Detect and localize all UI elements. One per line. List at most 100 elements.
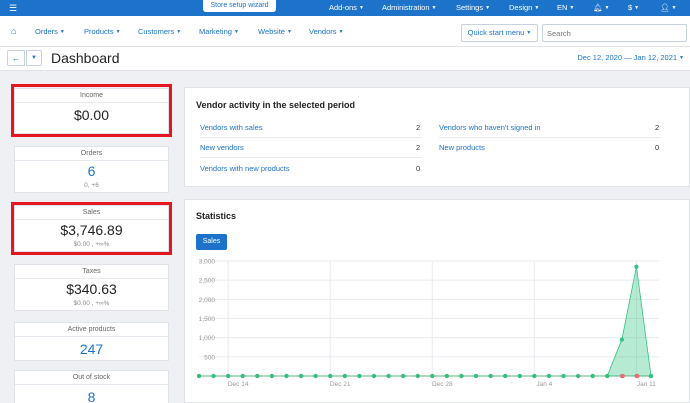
nav-products[interactable]: Products ▼ xyxy=(84,16,121,48)
taxes-card: Taxes $340.63 $0.00 , +∞% xyxy=(14,264,169,311)
title-bar: ← ▼ Dashboard Dec 12, 2020 — Jan 12, 202… xyxy=(0,47,690,71)
date-range-picker[interactable]: Dec 12, 2020 — Jan 12, 2021 ▼ xyxy=(577,51,684,65)
caret-down-icon: ▼ xyxy=(31,55,37,61)
data-point xyxy=(328,373,333,379)
data-point xyxy=(226,373,231,379)
caret-down-icon: ▼ xyxy=(569,5,575,12)
data-point xyxy=(386,373,391,379)
caret-down-icon: ▼ xyxy=(671,5,677,12)
y-tick-label: 500 xyxy=(204,354,215,361)
data-point xyxy=(619,337,624,342)
vendors-not-signed-in-count: 2 xyxy=(655,123,660,132)
topnav-currency[interactable]: $ ▼ xyxy=(628,0,639,16)
data-point xyxy=(269,373,275,379)
topnav-design[interactable]: Design ▼ xyxy=(509,0,539,16)
data-point xyxy=(196,373,202,379)
vendors-with-sales-link[interactable]: Vendors with sales xyxy=(200,123,263,132)
topnav-notifications[interactable]: 🔔︎ ▼ xyxy=(593,0,609,16)
nav-vendors[interactable]: Vendors ▼ xyxy=(309,16,343,48)
topnav-label: $ xyxy=(628,3,633,12)
nav-marketing[interactable]: Marketing ▼ xyxy=(199,16,239,48)
data-point xyxy=(459,373,464,379)
card-value[interactable]: 6 xyxy=(15,161,168,181)
caret-down-icon: ▼ xyxy=(233,28,239,35)
data-point xyxy=(561,373,566,379)
caret-down-icon: ▼ xyxy=(115,28,121,35)
data-point xyxy=(430,373,435,379)
topnav-addons[interactable]: Add-ons ▼ xyxy=(329,0,364,16)
caret-down-icon: ▼ xyxy=(431,5,437,12)
menu-icon[interactable]: ☰ xyxy=(9,3,17,13)
date-range-label: Dec 12, 2020 — Jan 12, 2021 xyxy=(577,53,678,62)
x-tick-label: Dec 21 xyxy=(330,381,351,388)
topnav-user[interactable]: 👤︎ ▼ xyxy=(660,0,676,16)
topnav-label: Add-ons xyxy=(329,3,357,12)
y-tick-label: 2,500 xyxy=(199,278,216,285)
data-point xyxy=(605,373,610,379)
card-subtext: 0, +6 xyxy=(84,182,99,189)
data-point xyxy=(298,373,304,379)
caret-down-icon: ▼ xyxy=(634,5,640,12)
vendor-activity-panel: Vendor activity in the selected period V… xyxy=(184,87,690,187)
back-button[interactable]: ← xyxy=(7,50,25,66)
caret-down-icon: ▼ xyxy=(59,28,65,35)
sales-area xyxy=(199,266,652,377)
data-point xyxy=(648,373,654,379)
topnav-language[interactable]: EN ▼ xyxy=(557,0,574,16)
card-value[interactable]: 8 xyxy=(15,385,168,403)
card-subtext: $0.00 , +∞% xyxy=(73,300,110,307)
page-actions-dropdown[interactable]: ▼ xyxy=(26,50,42,66)
data-point xyxy=(488,373,493,379)
nav-website[interactable]: Website ▼ xyxy=(258,16,292,48)
page-title: Dashboard xyxy=(51,50,120,66)
data-point xyxy=(590,373,595,379)
data-point xyxy=(635,373,640,379)
store-setup-wizard-button[interactable]: Store setup wizard xyxy=(203,0,276,12)
topnav-administration[interactable]: Administration ▼ xyxy=(382,0,436,16)
x-tick-label: Jan 4 xyxy=(536,381,552,388)
statistics-panel: Statistics Sales 500 1,000 1,500 2,000 2,500… xyxy=(184,199,690,403)
data-point xyxy=(313,373,318,379)
data-point xyxy=(546,373,552,379)
quick-start-menu-button[interactable]: Quick start menu ▼ xyxy=(461,24,538,42)
quick-start-label: Quick start menu xyxy=(467,28,525,37)
nav-label: Customers xyxy=(138,27,175,36)
data-point xyxy=(342,373,347,379)
new-vendors-count: 2 xyxy=(416,143,421,152)
data-point xyxy=(284,373,289,379)
topnav-label: Administration xyxy=(382,3,430,12)
topnav-settings[interactable]: Settings ▼ xyxy=(456,0,490,16)
data-point xyxy=(620,373,625,379)
top-bar: ☰ Store setup wizard Add-ons ▼ Administra… xyxy=(0,0,690,16)
home-icon[interactable]: ⌂ xyxy=(11,26,16,36)
card-label: Taxes xyxy=(15,265,168,279)
card-label: Active products xyxy=(15,323,168,337)
data-point xyxy=(444,373,449,379)
divider xyxy=(200,157,422,158)
y-tick-label: 3,000 xyxy=(199,259,216,266)
data-point xyxy=(401,373,406,379)
highlight-box xyxy=(11,84,172,137)
caret-down-icon: ▼ xyxy=(286,28,292,35)
search-input[interactable] xyxy=(542,24,687,42)
data-point xyxy=(240,373,245,379)
card-label: Out of stock xyxy=(15,371,168,385)
nav-label: Vendors xyxy=(309,27,337,36)
new-products-link[interactable]: New products xyxy=(439,143,485,152)
y-tick-label: 1,000 xyxy=(199,335,216,342)
nav-orders[interactable]: Orders ▼ xyxy=(35,16,65,48)
data-point xyxy=(532,373,537,379)
vendors-with-new-products-link[interactable]: Vendors with new products xyxy=(200,164,290,173)
bell-icon: 🔔︎ xyxy=(593,3,603,12)
vendors-not-signed-in-link[interactable]: Vendors who haven't signed in xyxy=(439,123,541,132)
active-products-card: Active products 247 xyxy=(14,322,169,361)
new-products-count: 0 xyxy=(655,143,660,152)
y-tick-label: 2,000 xyxy=(199,297,216,304)
x-tick-label: Dec 14 xyxy=(228,381,249,388)
card-value[interactable]: 247 xyxy=(15,337,168,361)
caret-down-icon: ▼ xyxy=(604,5,610,12)
vendors-with-sales-count: 2 xyxy=(416,123,421,132)
nav-customers[interactable]: Customers ▼ xyxy=(138,16,181,48)
nav-label: Website xyxy=(258,27,285,36)
new-vendors-link[interactable]: New vendors xyxy=(200,143,244,152)
